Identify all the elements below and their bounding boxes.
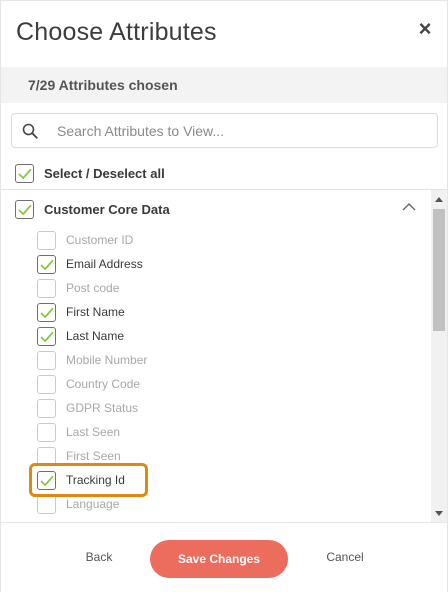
- checkmark-icon: [18, 168, 32, 179]
- group-checkbox-customer-core-data[interactable]: [15, 200, 34, 219]
- attribute-checkbox-customer-id[interactable]: [37, 231, 56, 250]
- chevron-up-icon[interactable]: [401, 200, 417, 214]
- search-input[interactable]: [57, 118, 427, 144]
- select-all-label: Select / Deselect all: [44, 166, 165, 181]
- attributes-chosen-count: 7/29 Attributes chosen: [28, 77, 178, 93]
- attribute-list: Customer Core Data Customer ID Email Add…: [1, 189, 447, 522]
- attribute-label-language: Language: [66, 497, 120, 511]
- checkmark-icon: [40, 259, 54, 270]
- close-icon[interactable]: ×: [413, 15, 437, 43]
- attribute-checkbox-first-name[interactable]: [37, 303, 56, 322]
- dialog-footer: Back Save Changes Cancel: [1, 522, 447, 592]
- attribute-label-first-name: First Name: [66, 305, 125, 319]
- tracking-id-highlight: [29, 463, 148, 497]
- search-icon: [22, 123, 38, 139]
- attribute-checkbox-language[interactable]: [37, 495, 56, 514]
- group-label-customer-core-data: Customer Core Data: [44, 202, 170, 217]
- scroll-up-arrow-icon[interactable]: [435, 197, 443, 202]
- select-all-checkbox[interactable]: [15, 164, 34, 183]
- attribute-checkbox-last-seen[interactable]: [37, 423, 56, 442]
- attribute-label-gdpr-status: GDPR Status: [66, 401, 139, 415]
- attribute-label-last-name: Last Name: [66, 329, 125, 343]
- attribute-label-mobile-number: Mobile Number: [66, 353, 148, 367]
- attributes-chosen-bar: 7/29 Attributes chosen: [1, 67, 447, 103]
- attribute-label-first-seen: First Seen: [66, 449, 121, 463]
- back-button[interactable]: Back: [71, 550, 127, 564]
- checkmark-icon: [18, 204, 32, 215]
- attribute-checkbox-country-code[interactable]: [37, 375, 56, 394]
- attribute-label-customer-id: Customer ID: [66, 233, 134, 247]
- list-scrollbar[interactable]: [431, 190, 447, 522]
- choose-attributes-dialog: Choose Attributes × 7/29 Attributes chos…: [0, 0, 448, 592]
- save-changes-button[interactable]: Save Changes: [150, 540, 288, 578]
- attribute-label-last-seen: Last Seen: [66, 425, 121, 439]
- attribute-checkbox-mobile-number[interactable]: [37, 351, 56, 370]
- dialog-title: Choose Attributes: [16, 18, 217, 46]
- attribute-label-country-code: Country Code: [66, 377, 141, 391]
- attribute-checkbox-post-code[interactable]: [37, 279, 56, 298]
- attribute-label-email-address: Email Address: [66, 257, 143, 271]
- checkmark-icon: [40, 307, 54, 318]
- attribute-checkbox-last-name[interactable]: [37, 327, 56, 346]
- search-box[interactable]: [11, 113, 438, 148]
- attribute-label-post-code: Post code: [66, 281, 120, 295]
- cancel-button[interactable]: Cancel: [315, 550, 375, 564]
- checkmark-icon: [40, 331, 54, 342]
- scroll-thumb[interactable]: [433, 209, 445, 331]
- attribute-checkbox-email-address[interactable]: [37, 255, 56, 274]
- scroll-down-arrow-icon[interactable]: [435, 511, 443, 516]
- attribute-checkbox-gdpr-status[interactable]: [37, 399, 56, 418]
